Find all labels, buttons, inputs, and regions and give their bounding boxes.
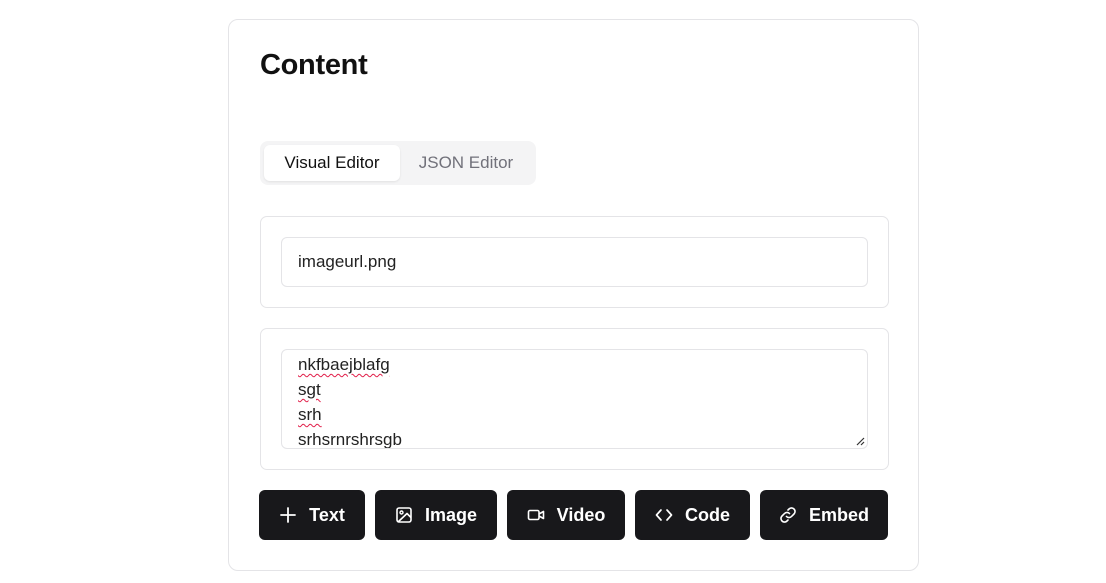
add-video-button-label: Video: [556, 504, 606, 525]
add-text-button[interactable]: Text: [259, 490, 365, 540]
tab-json-editor[interactable]: JSON Editor: [402, 145, 530, 181]
code-icon: [655, 506, 673, 524]
textarea-line: sgt: [298, 380, 321, 399]
plus-icon: [279, 506, 297, 524]
text-content-textarea[interactable]: nkfbaejblafg sgt srh srhsrnrshrsgb: [281, 349, 868, 449]
image-icon: [395, 506, 413, 524]
add-code-button[interactable]: Code: [635, 490, 750, 540]
text-block: nkfbaejblafg sgt srh srhsrnrshrsgb: [260, 328, 889, 470]
add-text-button-label: Text: [309, 504, 345, 525]
add-embed-button-label: Embed: [808, 504, 869, 525]
add-image-button[interactable]: Image: [375, 490, 497, 540]
textarea-line: srh: [298, 405, 322, 424]
resize-handle-icon[interactable]: [855, 436, 865, 446]
editor-tabs: Visual Editor JSON Editor: [260, 141, 536, 185]
tab-visual-editor[interactable]: Visual Editor: [264, 145, 400, 181]
add-video-button[interactable]: Video: [507, 490, 625, 540]
image-block: [260, 216, 889, 308]
textarea-line: srhsrnrshrsgb: [298, 430, 402, 449]
section-title: Content: [260, 49, 368, 81]
link-icon: [779, 506, 797, 524]
image-url-input[interactable]: [281, 237, 868, 287]
add-embed-button[interactable]: Embed: [760, 490, 888, 540]
add-image-button-label: Image: [424, 504, 478, 525]
video-icon: [527, 506, 545, 524]
textarea-line: nkfbaejblafg: [298, 355, 390, 374]
content-card: Content Visual Editor JSON Editor nkfbae…: [228, 19, 919, 571]
add-code-button-label: Code: [685, 504, 730, 525]
